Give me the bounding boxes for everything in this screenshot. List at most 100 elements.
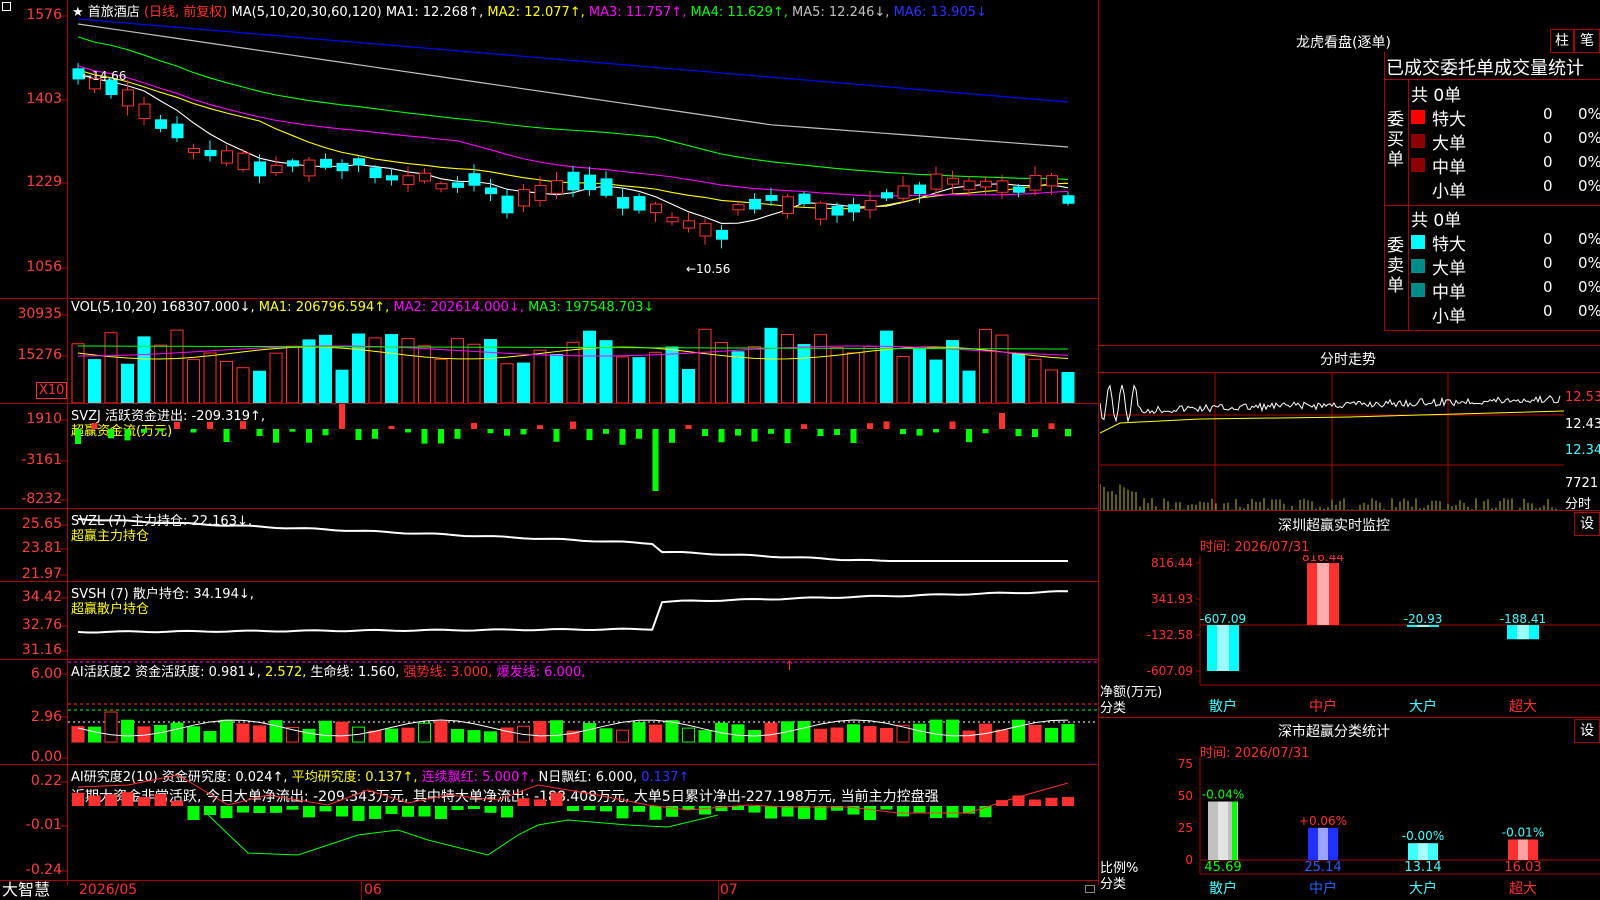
- candle-body: [501, 195, 514, 214]
- flow-bar: [306, 429, 312, 443]
- ma5-line: [77, 23, 1069, 148]
- volume-bar: [1061, 371, 1075, 403]
- volume-bar: [566, 341, 580, 403]
- candle-body: [452, 182, 464, 188]
- order-pct: 0%: [1578, 129, 1600, 147]
- active-bar: [1061, 724, 1075, 743]
- classify-settings-button[interactable]: 设: [1574, 719, 1600, 743]
- candle-body: [617, 197, 629, 209]
- bar-highlight: [1517, 624, 1529, 640]
- volume-bar: [517, 362, 530, 403]
- buy-total: 共 0单: [1411, 86, 1462, 106]
- order-name: 特大: [1432, 110, 1466, 130]
- volume-bar: [352, 333, 365, 403]
- active-bar: [583, 722, 596, 743]
- monitor-y-tick: -607.09: [1147, 664, 1193, 678]
- intraday-title: 分时走势: [1320, 352, 1376, 368]
- flow-bar: [619, 429, 626, 445]
- flow-bar: [256, 429, 263, 436]
- flow-bar: [1065, 429, 1071, 437]
- flow-bar: [339, 404, 345, 429]
- active-bar: [335, 721, 349, 743]
- research-bar: [600, 806, 612, 812]
- order-pct: 0%: [1578, 153, 1600, 171]
- classify-change: -0.01%: [1502, 825, 1544, 839]
- research-bar: [1062, 796, 1074, 806]
- research-bar: [501, 806, 513, 818]
- intraday-volume: 7721: [1565, 476, 1599, 491]
- intraday-price: 12.34: [1565, 443, 1600, 458]
- svzl-tick: 23.81: [21, 540, 62, 556]
- volume-bar: [682, 369, 695, 403]
- research-bar: [567, 806, 579, 811]
- research-bar: [187, 806, 200, 820]
- monitor-category: 大户: [1409, 698, 1437, 715]
- candlestick-chart[interactable]: [68, 14, 1098, 297]
- longhu-tabs[interactable]: 已成交委托单成交量统计: [1386, 54, 1584, 80]
- volume-bar: [962, 370, 976, 403]
- research-bar: [880, 806, 893, 810]
- research-bar: [550, 792, 563, 806]
- candle-body: [485, 187, 497, 195]
- ma6-line: [77, 18, 1069, 103]
- ai-research-tick: 0.22: [30, 773, 62, 789]
- volume-bar: [104, 332, 118, 403]
- active-bar: [682, 727, 695, 743]
- active-bar: [847, 724, 860, 743]
- volume-bar: [896, 355, 910, 403]
- candle-body: [1046, 175, 1058, 187]
- candle-body: [716, 229, 728, 240]
- research-bar: [105, 794, 117, 806]
- candle-body: [1062, 195, 1075, 204]
- candle-body: [963, 180, 976, 191]
- research-bar: [352, 806, 365, 821]
- candle-body: [1013, 186, 1025, 193]
- active-bar: [1045, 727, 1058, 743]
- order-count: 0: [1543, 254, 1553, 272]
- flow-bar: [124, 429, 131, 441]
- research-bar: [253, 806, 266, 814]
- flow-bar: [801, 424, 807, 429]
- research-bar: [138, 796, 150, 806]
- candle-body: [815, 202, 827, 220]
- svsh-tick: 31.16: [21, 642, 62, 658]
- research-bar: [451, 806, 464, 810]
- volume-bar: [781, 333, 794, 403]
- candle-body: [980, 180, 992, 188]
- candle-body: [402, 175, 415, 185]
- bar-highlight: [1218, 801, 1228, 860]
- bar-highlight: [1317, 563, 1329, 625]
- research-bar: [930, 806, 942, 819]
- volume-bar: [880, 330, 893, 403]
- volume-bar: [979, 328, 992, 403]
- vol-unit-badge: X10: [36, 382, 68, 399]
- bar-mode-button[interactable]: 柱: [1550, 29, 1574, 53]
- candle-body: [468, 173, 481, 186]
- active-bar: [830, 727, 844, 743]
- color-swatch: [1411, 307, 1425, 321]
- flow-bar: [190, 429, 197, 433]
- candle-body: [254, 161, 266, 177]
- bar-highlight: [1217, 624, 1229, 671]
- candle-body: [221, 150, 233, 164]
- monitor-settings-button[interactable]: 设: [1574, 512, 1600, 536]
- research-bar: [171, 800, 183, 806]
- vol-tick: 30935: [17, 306, 62, 322]
- research-bar: [88, 795, 101, 806]
- candle-body: [419, 172, 431, 182]
- active-bar: [385, 728, 398, 743]
- candle-body: [386, 175, 398, 181]
- classify-y-tick: 25: [1178, 821, 1193, 835]
- volume-bar: [269, 352, 283, 403]
- volume-bar: [731, 351, 745, 403]
- order-count: 0: [1543, 129, 1553, 147]
- candle-body: [798, 193, 811, 205]
- research-bar: [765, 806, 777, 819]
- flow-bar: [966, 429, 972, 443]
- flow-bar: [933, 429, 939, 433]
- research-bar: [649, 806, 662, 820]
- research-bar: [781, 806, 794, 817]
- pen-mode-button[interactable]: 笔: [1574, 29, 1600, 53]
- flow-bar: [174, 421, 180, 429]
- classify-category: 中户: [1309, 880, 1337, 897]
